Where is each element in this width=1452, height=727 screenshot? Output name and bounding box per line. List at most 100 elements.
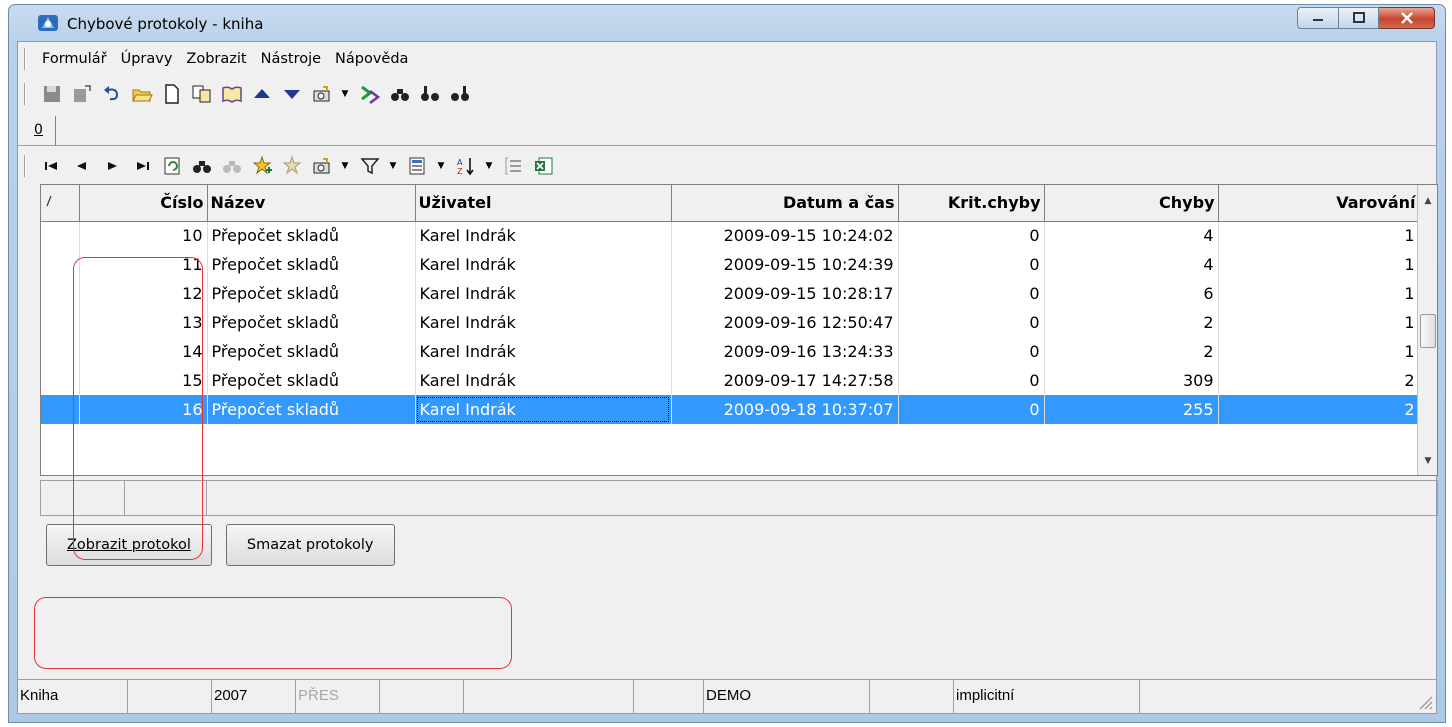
find-next-button[interactable] xyxy=(418,82,442,106)
table-row[interactable]: 14 Přepočet skladů Karel Indrák 2009-09-16 … xyxy=(41,337,1420,366)
scrollbar-thumb[interactable] xyxy=(1420,314,1436,348)
add-filter-button[interactable] xyxy=(250,154,274,178)
column-header-krit-chyby[interactable]: Krit.chyby xyxy=(898,185,1045,222)
cell-uzivatel[interactable]: Karel Indrák xyxy=(415,250,672,279)
table-row[interactable]: 12 Přepočet skladů Karel Indrák 2009-09-15 … xyxy=(41,279,1420,308)
row-indicator[interactable] xyxy=(41,366,80,395)
cell-cislo[interactable]: 12 xyxy=(79,279,208,308)
columns-button[interactable] xyxy=(406,154,430,178)
cell-varovani[interactable]: 2 xyxy=(1218,366,1420,395)
menu-napoveda[interactable]: Nápověda xyxy=(333,49,410,69)
cell-chyby[interactable]: 2 xyxy=(1044,308,1219,337)
export-button[interactable] xyxy=(358,82,382,106)
cell-datum[interactable]: 2009-09-15 10:24:39 xyxy=(671,250,899,279)
last-record-button[interactable] xyxy=(130,154,154,178)
column-header-chyby[interactable]: Chyby xyxy=(1044,185,1219,222)
cell-uzivatel[interactable]: Karel Indrák xyxy=(415,337,672,366)
cell-varovani[interactable]: 1 xyxy=(1218,279,1420,308)
cell-chyby[interactable]: 6 xyxy=(1044,279,1219,308)
cell-chyby[interactable]: 2 xyxy=(1044,337,1219,366)
menu-formular[interactable]: Formulář xyxy=(40,49,109,69)
table-row[interactable]: 16 Přepočet skladů Karel Indrák 2009-09-18 … xyxy=(41,395,1420,424)
row-indicator-header[interactable] xyxy=(41,185,80,222)
column-header-cislo[interactable]: Číslo xyxy=(79,185,208,222)
cell-nazev[interactable]: Přepočet skladů xyxy=(207,279,416,308)
new-button[interactable] xyxy=(160,82,184,106)
cell-nazev[interactable]: Přepočet skladů xyxy=(207,366,416,395)
cell-nazev[interactable]: Přepočet skladů xyxy=(207,308,416,337)
cell-datum[interactable]: 2009-09-15 10:28:17 xyxy=(671,279,899,308)
row-indicator[interactable] xyxy=(41,279,80,308)
excel-export-button[interactable] xyxy=(532,154,556,178)
open-button[interactable] xyxy=(130,82,154,106)
print-button[interactable] xyxy=(310,82,334,106)
vertical-scrollbar[interactable]: ▲ ▼ xyxy=(1417,185,1437,475)
cell-varovani[interactable]: 1 xyxy=(1218,337,1420,366)
row-indicator[interactable] xyxy=(41,250,80,279)
tree-view-button[interactable] xyxy=(502,154,526,178)
cell-krit-chyby[interactable]: 0 xyxy=(898,279,1045,308)
sort-dropdown[interactable]: ▼ xyxy=(484,154,494,178)
cell-krit-chyby[interactable]: 0 xyxy=(898,221,1045,250)
cell-chyby[interactable]: 4 xyxy=(1044,221,1219,250)
cell-cislo[interactable]: 15 xyxy=(79,366,208,395)
row-indicator[interactable] xyxy=(41,337,80,366)
save-close-button[interactable] xyxy=(70,82,94,106)
cell-datum[interactable]: 2009-09-16 13:24:33 xyxy=(671,337,899,366)
column-header-datum[interactable]: Datum a čas xyxy=(671,185,899,222)
cell-cislo[interactable]: 13 xyxy=(79,308,208,337)
cell-cislo[interactable]: 11 xyxy=(79,250,208,279)
resize-grip-icon[interactable] xyxy=(1416,693,1434,711)
cell-uzivatel[interactable]: Karel Indrák xyxy=(415,221,672,250)
cell-datum[interactable]: 2009-09-17 14:27:58 xyxy=(671,366,899,395)
table-row[interactable]: 15 Přepočet skladů Karel Indrák 2009-09-17 … xyxy=(41,366,1420,395)
column-header-varovani[interactable]: Varování xyxy=(1218,185,1420,222)
copy-button[interactable] xyxy=(190,82,214,106)
scroll-down-arrow-icon[interactable]: ▼ xyxy=(1418,451,1437,471)
cell-krit-chyby[interactable]: 0 xyxy=(898,366,1045,395)
show-protocol-button[interactable]: Zobrazit protokol xyxy=(46,524,212,566)
cell-nazev[interactable]: Přepočet skladů xyxy=(207,221,416,250)
cell-cislo[interactable]: 14 xyxy=(79,337,208,366)
next-record-nav-button[interactable] xyxy=(100,154,124,178)
cell-chyby[interactable]: 255 xyxy=(1044,395,1219,424)
title-bar[interactable]: Chybové protokoly - kniha xyxy=(9,5,1445,41)
row-indicator[interactable] xyxy=(41,308,80,337)
cell-uzivatel[interactable]: Karel Indrák xyxy=(415,395,672,424)
cell-cislo[interactable]: 16 xyxy=(79,395,208,424)
cell-uzivatel[interactable]: Karel Indrák xyxy=(415,366,672,395)
column-header-nazev[interactable]: Název xyxy=(207,185,416,222)
cell-nazev[interactable]: Přepočet skladů xyxy=(207,337,416,366)
cell-varovani[interactable]: 2 xyxy=(1218,395,1420,424)
maximize-button[interactable] xyxy=(1339,7,1379,29)
cell-nazev[interactable]: Přepočet skladů xyxy=(207,395,416,424)
row-indicator[interactable] xyxy=(41,395,80,424)
grid-find-next-button[interactable] xyxy=(220,154,244,178)
cell-datum[interactable]: 2009-09-16 12:50:47 xyxy=(671,308,899,337)
grid-print-dropdown[interactable]: ▼ xyxy=(340,154,350,178)
close-button[interactable] xyxy=(1379,7,1435,29)
cell-varovani[interactable]: 1 xyxy=(1218,308,1420,337)
delete-protocols-button[interactable]: Smazat protokoly xyxy=(225,524,395,566)
columns-dropdown[interactable]: ▼ xyxy=(436,154,446,178)
cell-krit-chyby[interactable]: 0 xyxy=(898,395,1045,424)
first-record-button[interactable] xyxy=(40,154,64,178)
next-record-button[interactable] xyxy=(280,82,304,106)
row-indicator[interactable] xyxy=(41,221,80,250)
sort-button[interactable]: AZ xyxy=(454,154,478,178)
cell-krit-chyby[interactable]: 0 xyxy=(898,308,1045,337)
cell-nazev[interactable]: Přepočet skladů xyxy=(207,250,416,279)
cell-varovani[interactable]: 1 xyxy=(1218,250,1420,279)
cell-cislo[interactable]: 10 xyxy=(79,221,208,250)
find-button[interactable] xyxy=(388,82,412,106)
grid-print-button[interactable] xyxy=(310,154,334,178)
cell-krit-chyby[interactable]: 0 xyxy=(898,337,1045,366)
filter-dropdown[interactable]: ▼ xyxy=(388,154,398,178)
remove-filter-button[interactable] xyxy=(280,154,304,178)
protocols-grid[interactable]: Číslo Název Uživatel Datum a čas Krit.ch… xyxy=(40,184,1438,476)
find-previous-button[interactable] xyxy=(448,82,472,106)
tab-0[interactable]: 0 xyxy=(24,116,56,146)
grid-find-button[interactable] xyxy=(190,154,214,178)
menu-upravy[interactable]: Úpravy xyxy=(119,49,175,69)
table-row[interactable]: 11 Přepočet skladů Karel Indrák 2009-09-15 … xyxy=(41,250,1420,279)
